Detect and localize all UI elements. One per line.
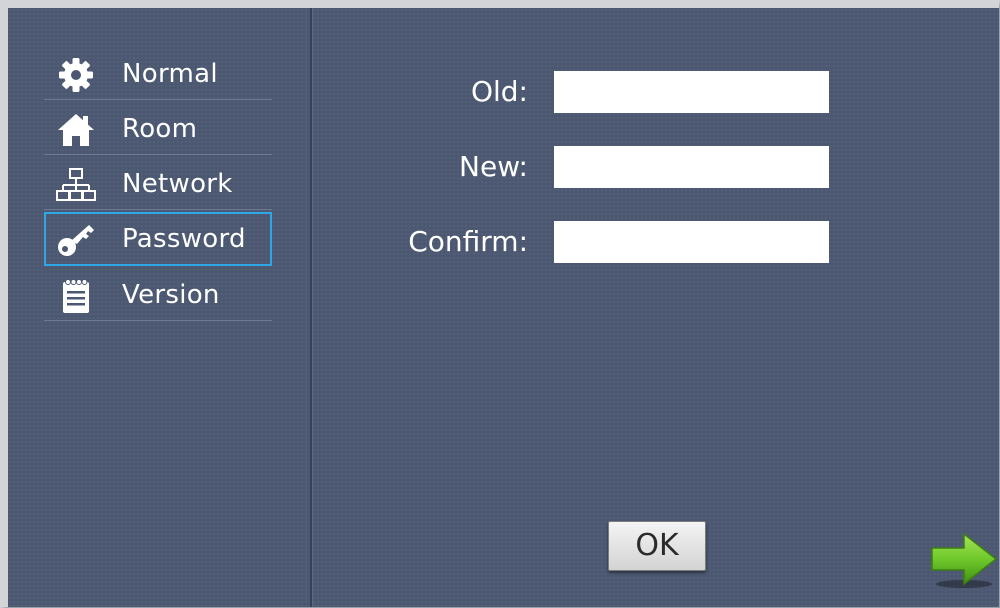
new-password-input[interactable] — [554, 146, 829, 188]
new-password-row: New: — [312, 146, 872, 190]
sidebar-item-room[interactable]: Room — [44, 103, 272, 155]
green-arrow-right-icon — [931, 532, 998, 588]
confirm-password-row: Confirm: — [312, 221, 872, 265]
next-button[interactable] — [930, 530, 1000, 590]
old-password-row: Old: — [312, 71, 872, 115]
sidebar-item-label: Network — [122, 169, 233, 199]
notepad-icon — [56, 278, 96, 314]
sidebar-item-password[interactable]: Password — [44, 212, 272, 266]
new-password-label: New: — [459, 150, 528, 183]
settings-menu: Normal Room Network Password Version — [44, 48, 272, 324]
old-password-label: Old: — [470, 75, 528, 108]
sidebar-item-label: Room — [122, 114, 198, 144]
settings-window: Normal Room Network Password Version Old… — [0, 0, 1000, 608]
sidebar-item-version[interactable]: Version — [44, 269, 272, 321]
settings-sidebar: Normal Room Network Password Version — [8, 8, 312, 607]
sidebar-item-label: Normal — [122, 59, 218, 89]
home-icon — [56, 112, 96, 148]
sidebar-item-label: Password — [122, 224, 246, 254]
confirm-password-label: Confirm: — [408, 225, 528, 258]
confirm-password-input[interactable] — [554, 221, 829, 263]
sidebar-item-normal[interactable]: Normal — [44, 48, 272, 100]
old-password-input[interactable] — [554, 71, 829, 113]
sidebar-item-network[interactable]: Network — [44, 158, 272, 210]
password-panel: Old: New: Confirm: OK — [312, 8, 999, 607]
ok-button[interactable]: OK — [608, 521, 706, 571]
sidebar-item-label: Version — [122, 280, 220, 310]
gear-icon — [56, 57, 96, 93]
key-icon — [56, 222, 96, 258]
network-icon — [56, 167, 96, 203]
